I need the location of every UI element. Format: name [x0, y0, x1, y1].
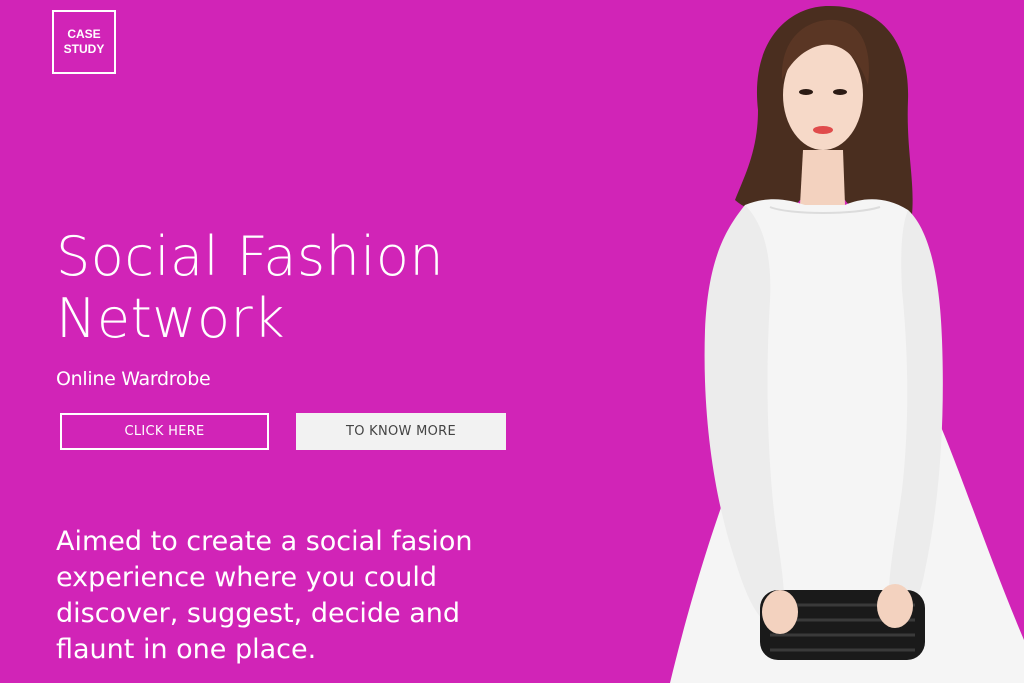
hand-right: [877, 584, 913, 628]
fashion-model-photo: [670, 5, 1024, 683]
description-line-2: experience where you could: [56, 562, 438, 593]
eye-right: [833, 89, 847, 95]
neck-shape: [800, 150, 845, 205]
know-more-button[interactable]: TO KNOW MORE: [296, 413, 506, 450]
subtitle: Online Wardrobe: [56, 368, 211, 390]
lips: [813, 126, 833, 134]
badge-line-2: STUDY: [63, 42, 105, 56]
click-here-button[interactable]: CLICK HERE: [60, 413, 269, 450]
description-line-1: Aimed to create a social fasion: [56, 526, 473, 557]
title-line-2: Network: [56, 287, 285, 350]
hand-left: [762, 590, 798, 634]
description-line-3: discover, suggest, decide and: [56, 598, 461, 629]
page-title: Social Fashion Network: [56, 226, 616, 350]
case-study-badge: CASE STUDY: [52, 10, 116, 74]
title-line-1: Social Fashion: [56, 225, 445, 288]
eye-left: [799, 89, 813, 95]
badge-line-1: CASE: [67, 27, 101, 41]
description-text: Aimed to create a social fasion experien…: [56, 524, 556, 668]
hero-banner: CASE STUDY Social Fashion Network Online…: [0, 0, 1024, 683]
description-line-4: flaunt in one place.: [56, 634, 317, 665]
